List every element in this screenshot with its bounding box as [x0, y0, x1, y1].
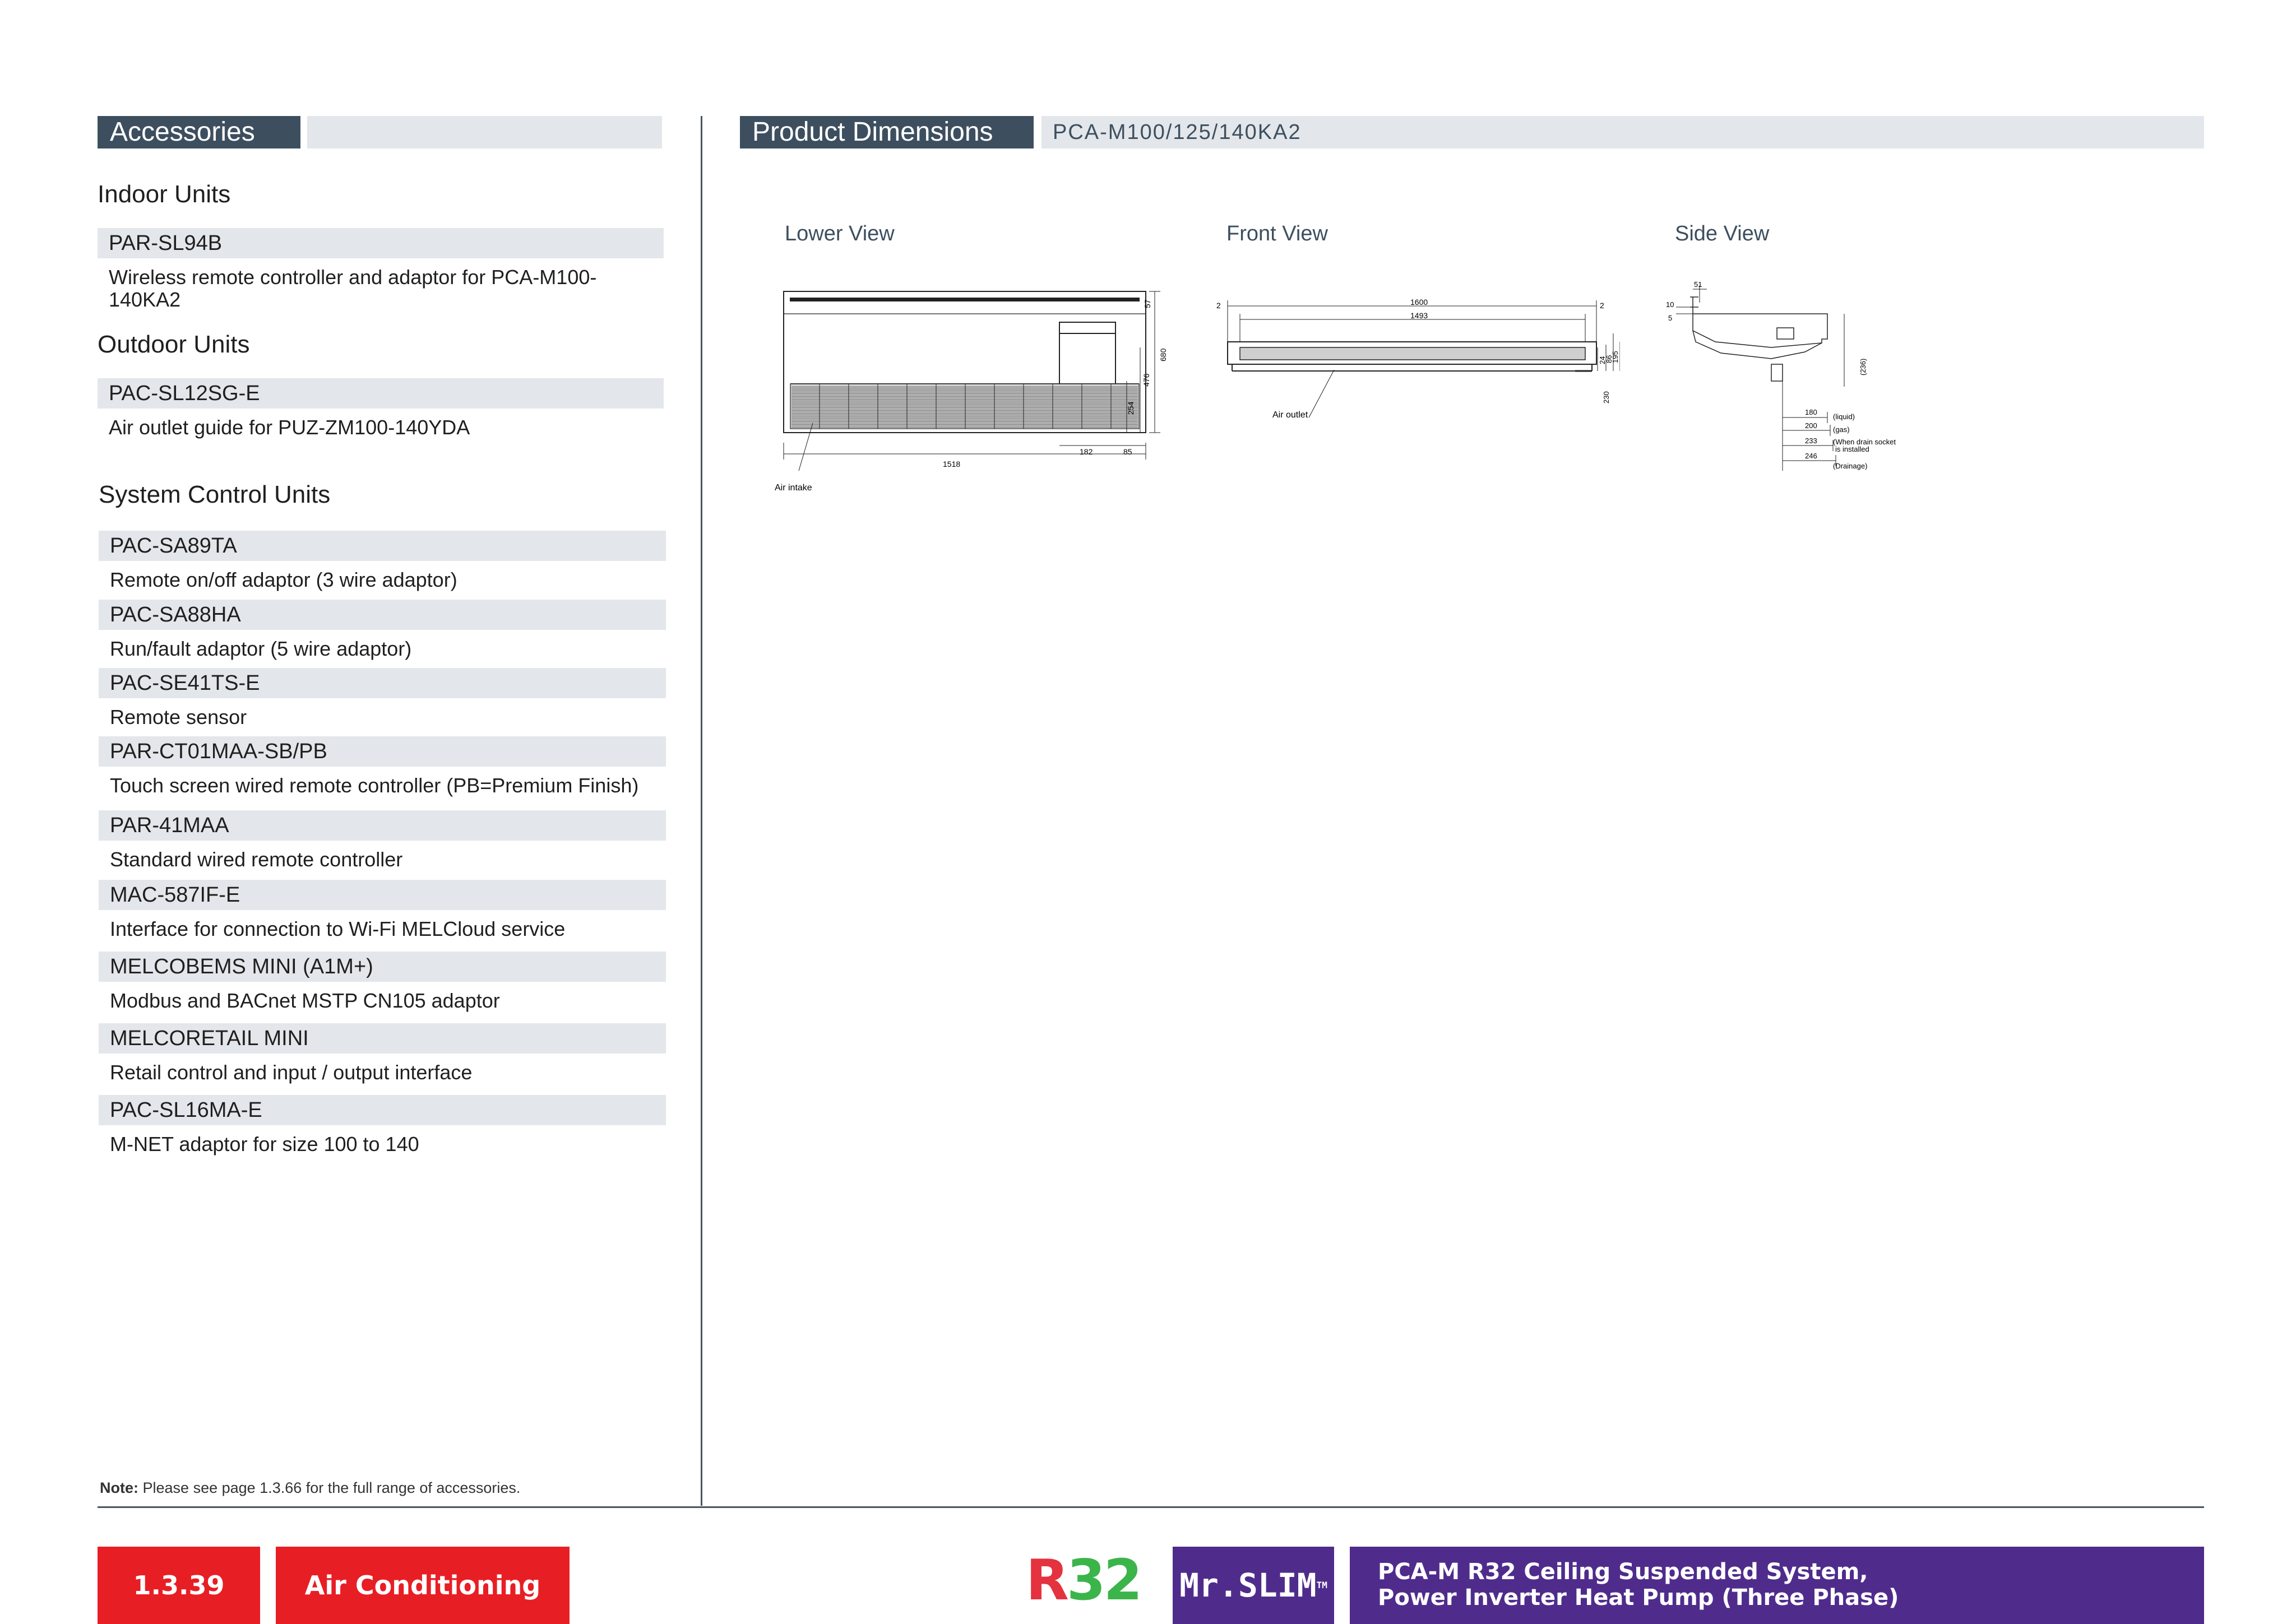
- accessory-item: MAC-587IF-E Interface for connection to …: [99, 880, 666, 940]
- front-view-title: Front View: [1226, 222, 1328, 245]
- lower-view-title: Lower View: [785, 222, 895, 245]
- dim-10: 10: [1666, 300, 1674, 309]
- accessory-code: PAC-SL16MA-E: [99, 1095, 666, 1125]
- outdoor-units-title: Outdoor Units: [98, 331, 250, 358]
- outdoor-units-list: PAC-SL12SG-E Air outlet guide for PUZ-ZM…: [98, 378, 664, 448]
- accessory-code: PAC-SL12SG-E: [98, 378, 664, 409]
- accessory-item: PAC-SA89TA Remote on/off adaptor (3 wire…: [99, 531, 666, 591]
- accessory-description: Wireless remote controller and adaptor f…: [109, 266, 597, 311]
- dim-1493: 1493: [1410, 311, 1428, 320]
- air-intake-label: Air intake: [775, 483, 812, 493]
- accessory-description: Remote on/off adaptor (3 wire adaptor): [110, 568, 457, 591]
- accessory-code: PAC-SA89TA: [99, 531, 666, 561]
- accessory-code: PAR-41MAA: [99, 810, 666, 841]
- mr-slim-logo-text: Mr.SLIM: [1179, 1566, 1317, 1604]
- accessory-code: MELCOBEMS MINI (A1M+): [99, 952, 666, 982]
- accessory-description: Modbus and BACnet MSTP CN105 adaptor: [110, 989, 500, 1012]
- dim-2-left: 2: [1216, 301, 1221, 310]
- indoor-units-list: PAR-SL94B Wireless remote controller and…: [98, 228, 664, 311]
- accessory-item: MELCORETAIL MINI Retail control and inpu…: [99, 1023, 666, 1084]
- note-label: Note:: [100, 1479, 138, 1496]
- column-divider: [701, 116, 702, 1506]
- r32-logo-r: R: [1026, 1547, 1069, 1613]
- dim-2-right: 2: [1600, 301, 1604, 310]
- accessories-header: Accessories: [98, 116, 300, 149]
- accessory-description: Run/fault adaptor (5 wire adaptor): [110, 637, 412, 660]
- lower-view-drawing: 680 476 57 254 182 85 1518 Air intake: [775, 291, 1168, 493]
- dim-476: 476: [1142, 373, 1151, 387]
- dim-1518: 1518: [943, 460, 960, 468]
- system-control-units-list: PAC-SA89TA Remote on/off adaptor (3 wire…: [99, 531, 666, 1164]
- accessory-description: Standard wired remote controller: [110, 848, 403, 871]
- side-view-drawing: 51 10 5 (236) 180 200 233 246 (liquid) (…: [1666, 280, 1896, 471]
- dim-254: 254: [1126, 401, 1135, 415]
- mr-slim-trademark: TM: [1316, 1580, 1327, 1590]
- page-number: 1.3.39: [98, 1547, 260, 1624]
- liquid-label: (liquid): [1833, 412, 1855, 421]
- dim-233: 233: [1805, 437, 1817, 445]
- dim-182: 182: [1080, 447, 1093, 456]
- product-dimensions-header: Product Dimensions: [740, 116, 1034, 149]
- dim-680: 680: [1159, 348, 1168, 361]
- r32-logo-32: 32: [1067, 1547, 1142, 1613]
- dim-246: 246: [1805, 452, 1817, 460]
- accessory-description: Retail control and input / output interf…: [110, 1061, 473, 1084]
- dim-180: 180: [1805, 408, 1817, 416]
- dim-1600: 1600: [1410, 298, 1428, 307]
- dim-236: (236): [1859, 359, 1867, 375]
- dim-200: 200: [1805, 421, 1817, 430]
- footer-title-bar: PCA-M R32 Ceiling Suspended System, Powe…: [1350, 1547, 2204, 1624]
- dim-51: 51: [1694, 280, 1702, 289]
- accessory-item: PAC-SA88HA Run/fault adaptor (5 wire ada…: [99, 600, 666, 660]
- accessory-item: PAR-SL94B Wireless remote controller and…: [98, 228, 664, 311]
- note-text: Please see page 1.3.66 for the full rang…: [142, 1479, 521, 1496]
- accessory-code: PAC-SE41TS-E: [99, 668, 666, 698]
- accessory-item: PAR-41MAA Standard wired remote controll…: [99, 810, 666, 871]
- accessory-code: MAC-587IF-E: [99, 880, 666, 910]
- mr-slim-logo: Mr.SLIMTM: [1173, 1547, 1334, 1624]
- footer-title-line-2: Power Inverter Heat Pump (Three Phase): [1378, 1585, 1899, 1611]
- front-view-drawing: 2 1600 2 1493 24 86 195 230 Air outlet: [1216, 298, 1620, 420]
- section-name: Air Conditioning: [276, 1547, 570, 1624]
- dim-230: 230: [1602, 391, 1610, 403]
- indoor-units-title: Indoor Units: [98, 180, 231, 208]
- gas-label: (gas): [1833, 425, 1850, 434]
- r32-logo: R32: [1026, 1552, 1142, 1608]
- accessories-note: Note: Please see page 1.3.66 for the ful…: [100, 1479, 520, 1497]
- drain-socket-label-2: is installed: [1835, 445, 1869, 453]
- accessory-description: M-NET adaptor for size 100 to 140: [110, 1133, 419, 1156]
- system-control-units-title: System Control Units: [99, 481, 331, 508]
- accessory-item: PAR-CT01MAA-SB/PB Touch screen wired rem…: [99, 736, 666, 797]
- dim-5: 5: [1668, 314, 1672, 322]
- drainage-label: (Drainage): [1833, 462, 1867, 470]
- accessory-description: Remote sensor: [110, 706, 247, 729]
- accessory-description: Air outlet guide for PUZ-ZM100-140YDA: [109, 416, 470, 439]
- accessory-item: PAC-SL12SG-E Air outlet guide for PUZ-ZM…: [98, 378, 664, 439]
- accessory-item: MELCOBEMS MINI (A1M+) Modbus and BACnet …: [99, 952, 666, 1012]
- accessory-code: PAR-SL94B: [98, 228, 664, 258]
- accessory-description: Interface for connection to Wi-Fi MELClo…: [110, 917, 566, 940]
- accessory-description: Touch screen wired remote controller (PB…: [110, 774, 639, 797]
- accessory-code: PAC-SA88HA: [99, 600, 666, 630]
- dim-195: 195: [1611, 351, 1619, 363]
- footer-divider: [98, 1506, 2204, 1508]
- dim-57: 57: [1143, 299, 1152, 308]
- accessory-code: PAR-CT01MAA-SB/PB: [99, 736, 666, 767]
- accessory-item: PAC-SE41TS-E Remote sensor: [99, 668, 666, 729]
- dim-85: 85: [1123, 447, 1132, 456]
- air-outlet-label: Air outlet: [1272, 410, 1308, 420]
- footer-title-line-1: PCA-M R32 Ceiling Suspended System,: [1378, 1559, 1868, 1585]
- accessories-header-bar: [307, 116, 662, 149]
- product-model-bar: PCA-M100/125/140KA2: [1041, 116, 2204, 149]
- side-view-title: Side View: [1675, 222, 1770, 245]
- accessory-code: MELCORETAIL MINI: [99, 1023, 666, 1054]
- accessory-item: PAC-SL16MA-E M-NET adaptor for size 100 …: [99, 1095, 666, 1156]
